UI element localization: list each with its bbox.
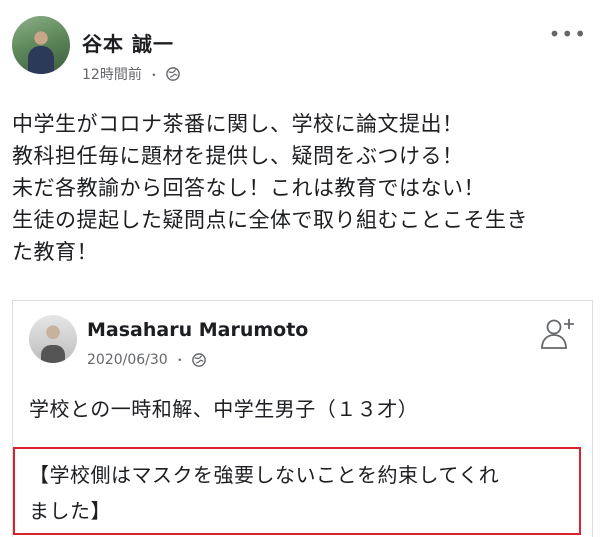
post-header: 谷本 誠一 12時間前 ・ ••• (12, 12, 593, 86)
post-time[interactable]: 12時間前 (82, 64, 142, 84)
shared-author-avatar[interactable] (29, 315, 77, 363)
shared-post-text: 学校との一時和解、中学生男子（１３才） (29, 397, 419, 421)
highlight-line: 【学校側はマスクを強要しないことを約束してくれ (29, 463, 500, 487)
shared-post-meta: 2020/06/30 ・ (87, 351, 206, 368)
meta-separator: ・ (173, 353, 186, 367)
shared-post-date[interactable]: 2020/06/30 (87, 352, 168, 368)
shared-post-card[interactable]: Masaharu Marumoto 2020/06/30 ・ 学校との一時和解、… (12, 300, 593, 537)
highlight-line: ました】 (29, 499, 111, 523)
author-avatar[interactable] (12, 16, 70, 74)
post-line: 未だ各教諭から回答なし！これは教育ではない！ (12, 176, 485, 200)
post-line: 生徒の提起した疑問点に全体で取り組むことこそ生き (12, 208, 528, 232)
post-line: 教科担任毎に題材を提供し、疑問をぶつける！ (12, 144, 464, 168)
post-line: た教育！ (12, 240, 98, 264)
post-line: 中学生がコロナ茶番に関し、学校に論文提出！ (12, 112, 464, 136)
meta-separator: ・ (147, 67, 160, 82)
globe-icon (166, 67, 180, 81)
post-meta: 12時間前 ・ (82, 64, 180, 84)
add-friend-icon[interactable] (540, 315, 576, 351)
highlighted-text-box: 【学校側はマスクを強要しないことを約束してくれ ました】 (13, 447, 581, 535)
author-name[interactable]: 谷本 誠一 (82, 28, 174, 57)
shared-author-name[interactable]: Masaharu Marumoto (87, 319, 308, 341)
globe-icon (191, 352, 206, 367)
post-body: 中学生がコロナ茶番に関し、学校に論文提出！ 教科担任毎に題材を提供し、疑問をぶつ… (12, 108, 592, 268)
more-options-icon[interactable]: ••• (549, 22, 587, 46)
